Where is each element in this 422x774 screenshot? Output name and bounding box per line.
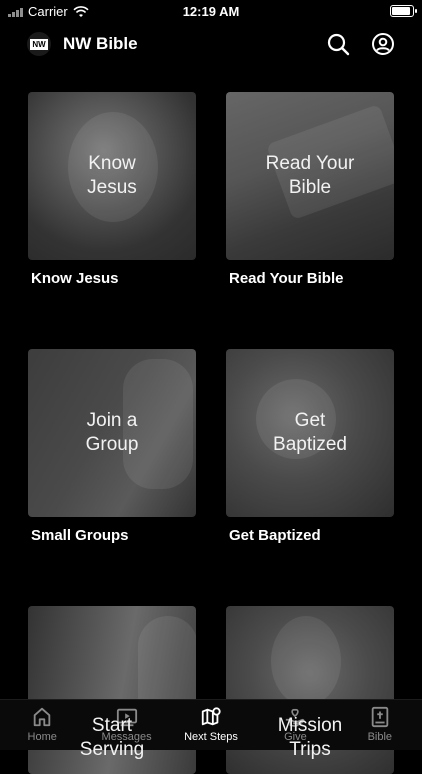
card-small-groups[interactable]: Join a Group Small Groups (28, 349, 196, 544)
card-overlay-text: Mission Trips (277, 715, 343, 760)
map-icon (201, 707, 221, 726)
logo-text: NW (30, 38, 48, 50)
card-overlay-text: Join a Group (85, 410, 139, 455)
card-caption: Know Jesus (31, 270, 119, 287)
card-image: Know Jesus (28, 92, 196, 260)
card-overlay-text: Get Baptized (273, 410, 347, 455)
account-icon (372, 33, 394, 55)
search-icon (327, 33, 350, 56)
home-icon (33, 707, 51, 727)
card-image: Join a Group (28, 349, 196, 517)
card-overlay-text: Know Jesus (87, 153, 137, 198)
card-overlay-text: Start Serving (79, 715, 145, 760)
card-caption: Get Baptized (229, 527, 321, 544)
card-overlay-text: Read Your Bible (265, 153, 355, 198)
app-logo: NW (27, 32, 51, 56)
tab-bar: Home Messages Next Steps Give Bible (0, 699, 422, 750)
app-header: NW NW Bible (0, 26, 422, 62)
tab-bible[interactable]: Bible (338, 700, 422, 750)
card-get-baptized[interactable]: Get Baptized Get Baptized (226, 349, 394, 544)
card-caption: Read Your Bible (229, 270, 344, 287)
tab-next-steps[interactable]: Next Steps (169, 700, 253, 750)
tab-label: Home (27, 731, 57, 743)
card-image: Get Baptized (226, 349, 394, 517)
search-button[interactable] (326, 32, 350, 56)
status-time: 12:19 AM (182, 4, 240, 19)
card-read-your-bible[interactable]: Read Your Bible Read Your Bible (226, 92, 394, 287)
card-caption: Small Groups (31, 527, 129, 544)
status-bar: Carrier 12:19 AM (0, 0, 422, 22)
card-know-jesus[interactable]: Know Jesus Know Jesus (28, 92, 196, 287)
card-image: Read Your Bible (226, 92, 394, 260)
battery-icon (390, 5, 417, 17)
app-title: NW Bible (63, 34, 138, 53)
bible-icon (371, 706, 389, 728)
tab-home[interactable]: Home (0, 700, 84, 750)
tab-label: Next Steps (184, 731, 238, 743)
account-button[interactable] (371, 32, 395, 56)
tab-label: Bible (367, 731, 393, 743)
